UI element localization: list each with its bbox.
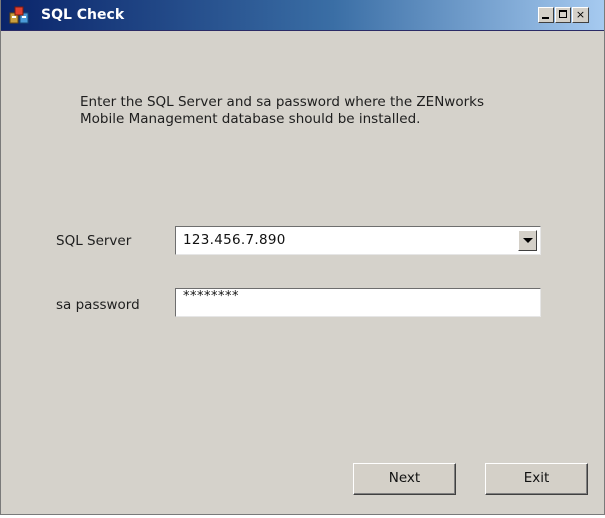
title-bar[interactable]: SQL Check × [1, 0, 604, 31]
instructions-line-1: Enter the SQL Server and sa password whe… [80, 94, 484, 110]
sa-password-value[interactable]: ******** [183, 289, 239, 304]
sql-server-value[interactable]: 123.456.7.890 [183, 232, 286, 249]
dropdown-arrow-button[interactable] [518, 230, 537, 251]
sa-password-label: sa password [56, 297, 140, 313]
minimize-button[interactable] [538, 7, 554, 23]
exit-button[interactable]: Exit [485, 463, 588, 495]
close-button[interactable]: × [572, 7, 589, 23]
window-title: SQL Check [41, 7, 125, 23]
minimize-icon [542, 17, 549, 19]
sql-check-window: SQL Check × Enter the SQL Server and sa … [0, 0, 605, 515]
sql-server-label: SQL Server [56, 233, 132, 249]
maximize-icon [559, 10, 567, 18]
instructions-text: Enter the SQL Server and sa password whe… [80, 94, 550, 128]
sql-check-app-icon [9, 6, 29, 24]
sql-server-combobox[interactable]: 123.456.7.890 [175, 226, 541, 255]
instructions-line-2: Mobile Management database should be ins… [80, 111, 421, 127]
maximize-button[interactable] [555, 7, 571, 23]
close-icon: × [575, 8, 586, 21]
next-button[interactable]: Next [353, 463, 456, 495]
